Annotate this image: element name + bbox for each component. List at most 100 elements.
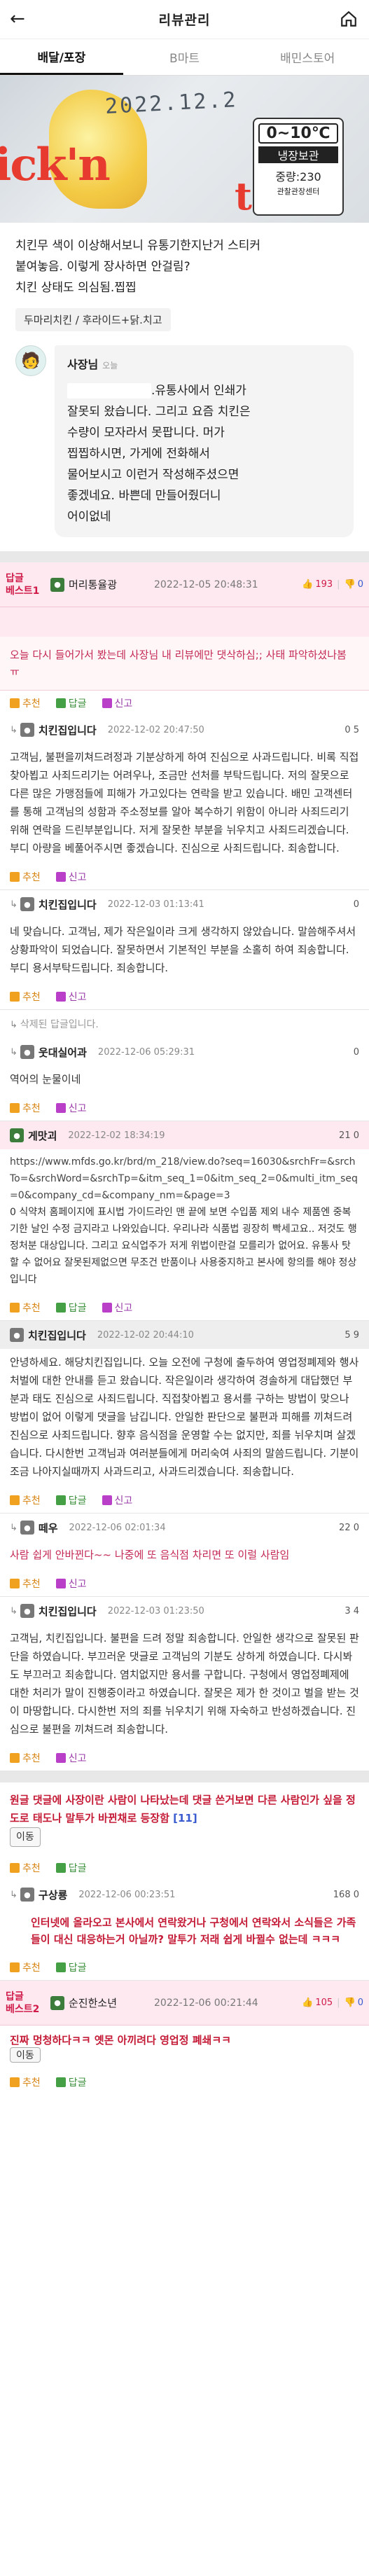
home-icon[interactable] (340, 10, 358, 28)
post-actions: 추천 답글 (0, 1855, 369, 1881)
deleted-reply: ↳ 삭제된 답글입니다. (0, 1010, 369, 1038)
final-post[interactable]: 진짜 멍청하다ㅋㅋ 옛몬 아끼려다 영업정 폐쇄ㅋㅋ 이동 (0, 2026, 369, 2070)
best-reply-row-1[interactable]: 답글 베스트1 ● 머리통율광 2022-12-05 20:48:31 👍 193 | 👎… (0, 562, 369, 607)
report-button[interactable]: 신고 (55, 870, 87, 884)
user-level-icon: ● (20, 1521, 34, 1535)
move-button[interactable]: 이동 (10, 2047, 41, 2063)
user-level-icon: ● (20, 1604, 34, 1618)
report-icon (55, 1753, 66, 1763)
comment-date: 2022-12-06 05:29:31 (97, 1046, 195, 1058)
best-user: ● 순진한소년 (50, 1995, 154, 2010)
thumbs-down-icon[interactable]: 👎 (344, 1997, 356, 2008)
user-level-icon: ● (10, 1128, 24, 1142)
best-user: ● 머리통율광 (50, 577, 154, 592)
recommend-button[interactable]: 추천 (10, 1493, 41, 1507)
section-divider (0, 551, 369, 562)
report-icon (55, 872, 66, 882)
review-line: 치킨 상태도 의심됨.찝찝 (15, 281, 137, 295)
recommend-button[interactable]: 추천 (10, 990, 41, 1004)
user-level-icon: ● (10, 1328, 24, 1342)
thumbs-down-icon[interactable]: 👎 (344, 579, 356, 590)
comment-author[interactable]: 치킨집입니다 (39, 723, 97, 738)
back-arrow-icon[interactable]: ← (10, 10, 25, 28)
reply-icon (55, 698, 66, 708)
page: ← 리뷰관리 배달/포장 B마트 배민스토어 2022.12.2 ick'n t… (0, 0, 369, 2576)
report-button[interactable]: 신고 (102, 696, 132, 710)
comment-body: 고객님, 치킨집입니다. 불편을 드려 정말 죄송합니다. 안일한 생각으로 잘… (10, 1632, 359, 1736)
review-text: 치킨무 색이 이상해서보니 유통기한지난거 스티커 붙여놓음. 이렇게 장사하면… (0, 223, 369, 303)
recommend-button[interactable]: 추천 (10, 1577, 41, 1591)
move-button[interactable]: 이동 (10, 1827, 41, 1847)
report-button[interactable]: 신고 (55, 1577, 87, 1591)
comment: ↳ ● 떼우 2022-12-06 02:01:34 22 0 사람 쉽게 안바뀐다~~… (0, 1514, 369, 1597)
comment-author[interactable]: 게맛괴 (28, 1128, 57, 1143)
user-level-icon: ● (50, 577, 64, 592)
comment-header: ● 치킨집입니다 2022-12-02 20:44:10 5 9 (0, 1321, 369, 1349)
post-text: 오늘 다시 들어가서 봤는데 사장님 내 리뷰에만 댓삭하심;; 사태 파악하셨… (0, 637, 369, 691)
comment-date: 2022-12-02 20:44:10 (97, 1329, 194, 1341)
comment-author[interactable]: 치킨집입니다 (39, 897, 97, 912)
reply-button[interactable]: 답글 (55, 1301, 87, 1315)
reply-button[interactable]: 답글 (55, 1960, 87, 1974)
comment-author[interactable]: 치킨집입니다 (39, 1604, 97, 1619)
comment-header: ↳ ● 치킨집입니다 2022-12-02 20:47:50 0 5 (0, 716, 369, 744)
comment: ● 치킨집입니다 2022-12-02 20:44:10 5 9 안녕하세요. 해당치… (0, 1321, 369, 1514)
comment-score: 0 (353, 899, 359, 910)
recommend-icon (10, 992, 20, 1002)
recommend-button[interactable]: 추천 (10, 1101, 41, 1115)
report-button[interactable]: 신고 (55, 990, 87, 1004)
thumbs-up-icon[interactable]: 👍 (302, 579, 313, 590)
vote-counts: 👍 105 | 👎 0 (302, 1997, 363, 2008)
recommend-button[interactable]: 추천 (10, 1751, 41, 1765)
comment-header: ↳ ● 구상룡 2022-12-06 00:23:51 168 0 (0, 1881, 369, 1909)
tab-bmart[interactable]: B마트 (123, 39, 246, 75)
report-icon (55, 1579, 66, 1588)
tab-baemin-store[interactable]: 배민스토어 (246, 39, 369, 75)
reply-arrow-icon: ↳ (10, 1046, 18, 1058)
comment-author[interactable]: 구상룡 (39, 1888, 67, 1902)
photo-label-sticker: 0~10℃ 냉장보관 중량:230 관찰관장센터 (253, 118, 344, 216)
recommend-button[interactable]: 추천 (10, 1301, 41, 1315)
review-photo: 2022.12.2 ick'n the 0~10℃ 냉장보관 중량:230 관찰… (0, 76, 369, 223)
comment-score: 0 (353, 1046, 359, 1058)
recommend-button[interactable]: 추천 (10, 1861, 41, 1875)
comment-author[interactable]: 웃대실어과 (39, 1045, 87, 1060)
report-button[interactable]: 신고 (55, 1751, 87, 1765)
comment-author[interactable]: 떼우 (39, 1521, 58, 1535)
owner-avatar: 🧑 (15, 345, 46, 376)
comment-actions: 추천 신고 (0, 1745, 369, 1771)
comment-actions: 추천 답글 신고 (0, 1488, 369, 1513)
section-divider (0, 1771, 369, 1782)
reply-button[interactable]: 답글 (55, 1493, 87, 1507)
comment-date: 2022-12-03 01:23:50 (107, 1605, 204, 1616)
recommend-button[interactable]: 추천 (10, 870, 41, 884)
owner-name: 사장님 오늘 (67, 358, 118, 371)
comment-score: 0 5 (344, 724, 359, 735)
review-line: 치킨무 색이 이상해서보니 유통기한지난거 스티커 (15, 239, 261, 253)
recommend-icon (10, 698, 20, 708)
reply-button[interactable]: 답글 (55, 1861, 87, 1875)
photo-date-stamp: 2022.12.2 (104, 88, 239, 119)
recommend-button[interactable]: 추천 (10, 2075, 41, 2089)
comment-author[interactable]: 치킨집입니다 (28, 1328, 86, 1343)
comment-body: 사람 쉽게 안바뀐다~~ 나중에 또 음식점 차리면 또 이럴 사람임 (10, 1549, 290, 1561)
report-button[interactable]: 신고 (102, 1301, 132, 1315)
comment-date: 2022-12-03 01:13:41 (107, 899, 204, 910)
reply-button[interactable]: 답글 (55, 2075, 87, 2089)
redacted-block (67, 383, 151, 399)
tab-delivery[interactable]: 배달/포장 (0, 39, 123, 75)
best-reply-row-2[interactable]: 답글 베스트2 ● 순진한소년 2022-12-06 00:21:44 👍 105 | 👎… (0, 1981, 369, 2026)
thumbs-up-icon[interactable]: 👍 (302, 1997, 313, 2008)
comment-link[interactable]: https://www.mfds.go.kr/brd/m_218/view.do… (10, 1154, 359, 1204)
recommend-icon (10, 1579, 20, 1588)
reply-arrow-icon: ↳ (10, 1889, 18, 1900)
recommend-button[interactable]: 추천 (10, 1960, 41, 1974)
linked-post[interactable]: 원글 댓글에 사장이란 사람이 나타났는데 댓글 쓴거보면 다른 사람인가 싶을… (0, 1782, 369, 1855)
report-button[interactable]: 신고 (55, 1101, 87, 1115)
comment-header: ↳ ● 떼우 2022-12-06 02:01:34 22 0 (0, 1514, 369, 1542)
owner-bubble: 사장님 오늘 .유통사에서 인쇄가 잘못되 왔습니다. 그리고 요즘 치킨은 수량… (55, 345, 354, 537)
report-button[interactable]: 신고 (102, 1493, 132, 1507)
recommend-button[interactable]: 추천 (10, 696, 41, 710)
reply-button[interactable]: 답글 (55, 696, 87, 710)
page-title: 리뷰관리 (158, 13, 211, 28)
